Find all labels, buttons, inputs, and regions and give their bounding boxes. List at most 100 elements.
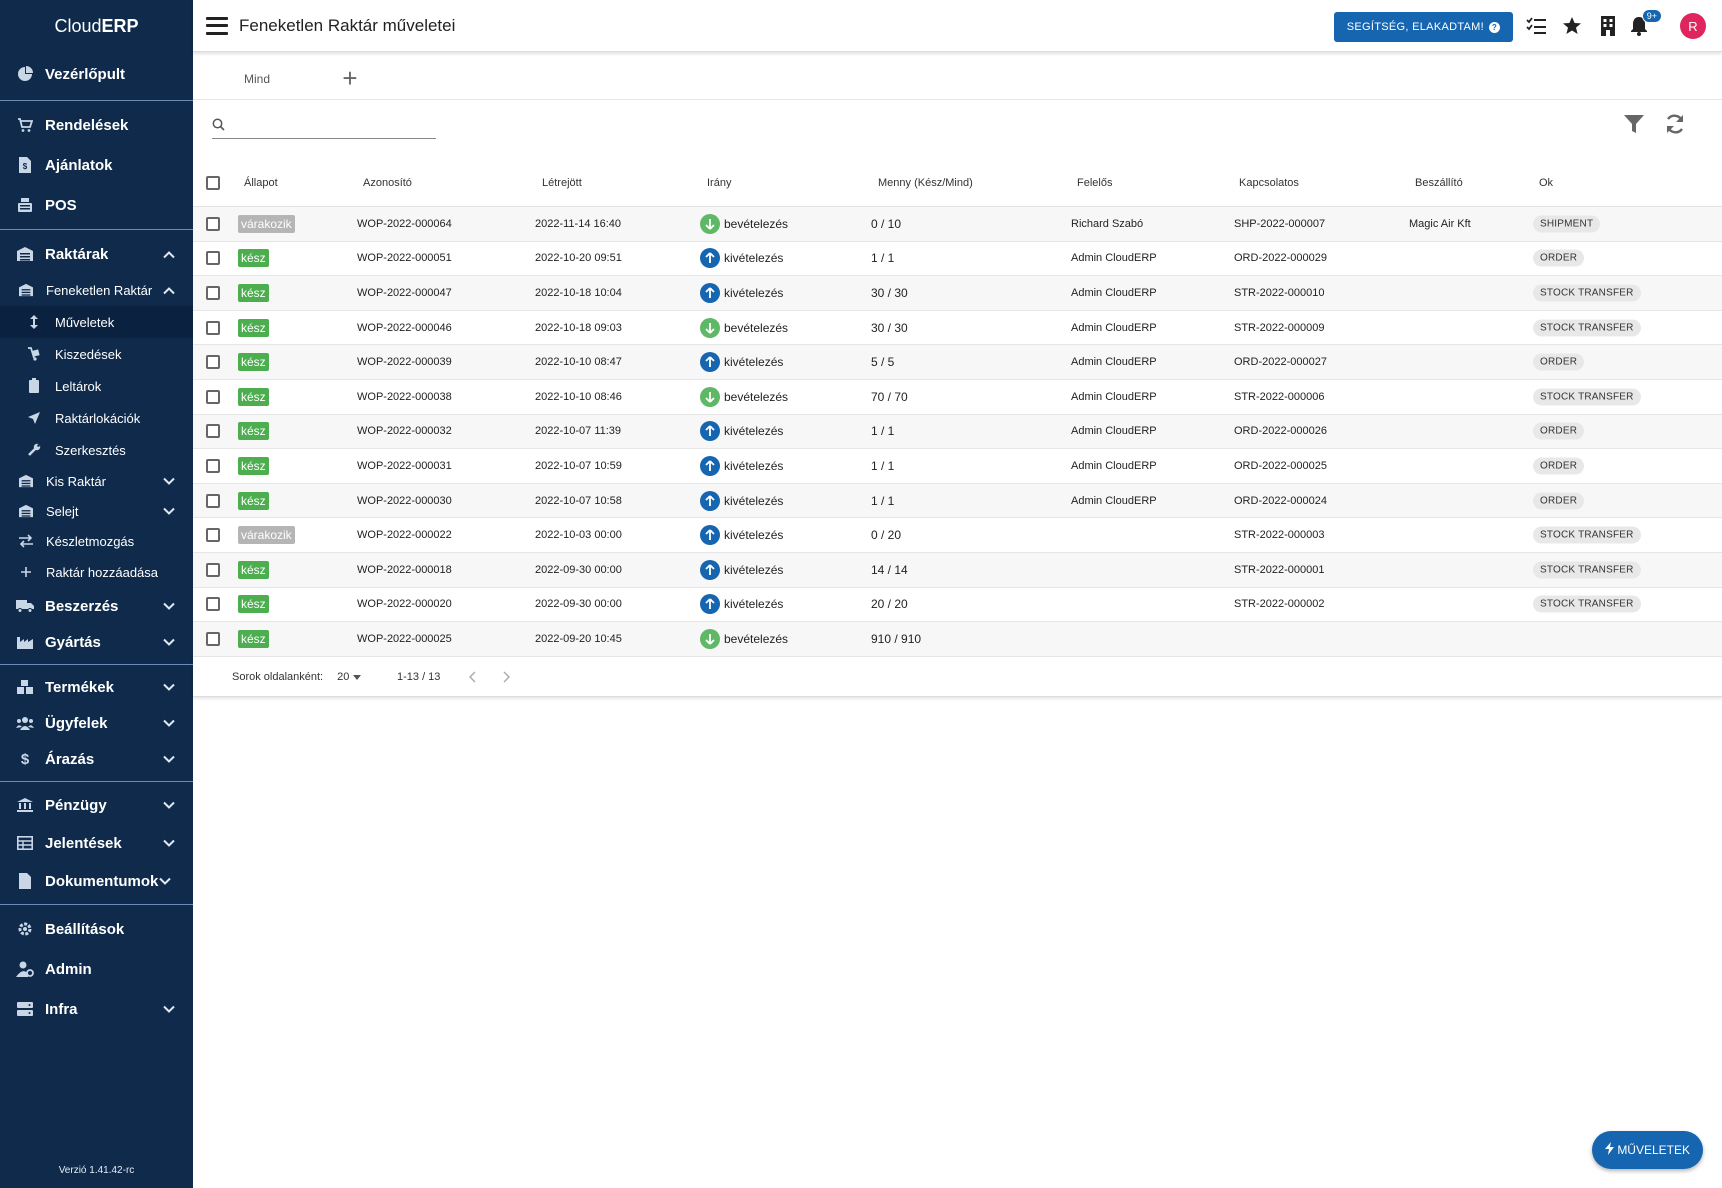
row-checkbox[interactable]	[206, 458, 220, 473]
table-row[interactable]: kész WOP-2022-000051 2022-10-20 09:51 kivét…	[193, 242, 1722, 277]
row-checkbox[interactable]	[206, 320, 220, 335]
col-qty[interactable]: Menny (Kész/Mind)	[878, 177, 973, 189]
operation-id[interactable]: WOP-2022-000020	[357, 598, 452, 610]
sidebar-item-pos[interactable]: POS	[0, 185, 193, 225]
row-checkbox[interactable]	[206, 355, 220, 370]
sidebar-item-picking[interactable]: Kiszedések	[0, 338, 193, 370]
sidebar-item-inventory[interactable]: Leltárok	[0, 370, 193, 402]
related-doc[interactable]: STR-2022-000010	[1234, 287, 1325, 299]
sidebar-item-small-warehouse[interactable]: Kis Raktár	[0, 466, 193, 496]
row-checkbox[interactable]	[206, 216, 220, 231]
related-doc[interactable]: ORD-2022-000026	[1234, 425, 1327, 437]
col-owner[interactable]: Felelős	[1077, 177, 1112, 189]
bell-icon[interactable]: 9+	[1628, 9, 1662, 37]
sidebar-item-settings[interactable]: Beállítások	[0, 909, 193, 949]
table-row[interactable]: kész WOP-2022-000038 2022-10-10 08:46 bevét…	[193, 380, 1722, 415]
related-doc[interactable]: STR-2022-000009	[1234, 322, 1325, 334]
row-checkbox[interactable]	[206, 493, 220, 508]
add-tab-icon[interactable]: +	[338, 65, 362, 91]
related-doc[interactable]: ORD-2022-000024	[1234, 495, 1327, 507]
operation-id[interactable]: WOP-2022-000047	[357, 287, 452, 299]
sidebar-item-purchasing[interactable]: Beszerzés	[0, 588, 193, 624]
sidebar-item-manufacturing[interactable]: Gyártás	[0, 624, 193, 660]
sidebar-item-warehouses[interactable]: Raktárak	[0, 234, 193, 274]
operation-id[interactable]: WOP-2022-000025	[357, 633, 452, 645]
brand-logo[interactable]: Cloud ERP	[0, 0, 193, 52]
operation-id[interactable]: WOP-2022-000031	[357, 460, 452, 472]
next-page-icon[interactable]	[502, 671, 510, 683]
related-doc[interactable]: SHP-2022-000007	[1234, 218, 1325, 230]
star-icon[interactable]	[1561, 15, 1583, 37]
sidebar-item-admin[interactable]: Admin	[0, 949, 193, 989]
sidebar-item-offers[interactable]: $ Ajánlatok	[0, 145, 193, 185]
operation-id[interactable]: WOP-2022-000038	[357, 391, 452, 403]
col-direction[interactable]: Irány	[707, 177, 731, 189]
sidebar-item-dashboard[interactable]: Vezérlőpult	[0, 52, 193, 96]
row-checkbox[interactable]	[206, 389, 220, 404]
row-checkbox[interactable]	[206, 562, 220, 577]
building-icon[interactable]	[1597, 15, 1619, 37]
table-row[interactable]: várakozik WOP-2022-000022 2022-10-03 00:00…	[193, 518, 1722, 553]
prev-page-icon[interactable]	[469, 671, 477, 683]
col-related[interactable]: Kapcsolatos	[1239, 177, 1299, 189]
row-checkbox[interactable]	[206, 285, 220, 300]
table-row[interactable]: várakozik WOP-2022-000064 2022-11-14 16:40…	[193, 207, 1722, 242]
table-row[interactable]: kész WOP-2022-000018 2022-09-30 00:00 kivét…	[193, 552, 1722, 588]
related-doc[interactable]: ORD-2022-000025	[1234, 460, 1327, 472]
table-row[interactable]: kész WOP-2022-000031 2022-10-07 10:59 kivét…	[193, 449, 1722, 484]
related-doc[interactable]: STR-2022-000003	[1234, 529, 1325, 541]
sidebar-item-finance[interactable]: Pénzügy	[0, 786, 193, 824]
table-row[interactable]: kész WOP-2022-000046 2022-10-18 09:03 bevét…	[193, 311, 1722, 346]
sidebar-item-orders[interactable]: Rendelések	[0, 105, 193, 145]
select-all-checkbox[interactable]	[206, 176, 220, 190]
col-created[interactable]: Létrejött	[542, 177, 582, 189]
row-checkbox[interactable]	[206, 631, 220, 646]
row-checkbox[interactable]	[206, 597, 220, 612]
rows-per-page-select[interactable]: 20	[337, 671, 362, 683]
tab-all[interactable]: Mind	[223, 58, 291, 100]
operation-id[interactable]: WOP-2022-000032	[357, 425, 452, 437]
avatar[interactable]: R	[1680, 13, 1706, 39]
sidebar-item-reports[interactable]: Jelentések	[0, 824, 193, 862]
table-row[interactable]: kész WOP-2022-000030 2022-10-07 10:58 kivét…	[193, 483, 1722, 519]
related-doc[interactable]: STR-2022-000001	[1234, 564, 1325, 576]
sidebar-item-documents[interactable]: Dokumentumok	[0, 862, 193, 900]
sidebar-item-operations[interactable]: Műveletek	[0, 306, 193, 338]
table-row[interactable]: kész WOP-2022-000039 2022-10-10 08:47 kivét…	[193, 345, 1722, 380]
actions-button[interactable]: MŰVELETEK	[1592, 1131, 1703, 1169]
operation-id[interactable]: WOP-2022-000039	[357, 356, 452, 368]
sidebar-item-stock-moves[interactable]: Készletmozgás	[0, 526, 193, 556]
sidebar-item-feneketlen[interactable]: Feneketlen Raktár	[0, 274, 193, 306]
operation-id[interactable]: WOP-2022-000046	[357, 322, 452, 334]
sidebar-item-locations[interactable]: Raktárlokációk	[0, 402, 193, 434]
operation-id[interactable]: WOP-2022-000030	[357, 495, 452, 507]
search-input[interactable]	[231, 115, 431, 138]
related-doc[interactable]: ORD-2022-000027	[1234, 356, 1327, 368]
sidebar-item-edit[interactable]: Szerkesztés	[0, 434, 193, 466]
refresh-icon[interactable]	[1663, 112, 1687, 136]
sidebar-item-add-warehouse[interactable]: Raktár hozzáadása	[0, 556, 193, 588]
col-id[interactable]: Azonosító	[363, 177, 412, 189]
sidebar-item-products[interactable]: Termékek	[0, 669, 193, 705]
task-list-icon[interactable]	[1525, 15, 1547, 37]
col-status[interactable]: Állapot	[244, 177, 278, 189]
sidebar-item-infra[interactable]: Infra	[0, 989, 193, 1029]
row-checkbox[interactable]	[206, 528, 220, 543]
operation-id[interactable]: WOP-2022-000064	[357, 218, 452, 230]
related-doc[interactable]: STR-2022-000006	[1234, 391, 1325, 403]
sidebar-item-customers[interactable]: Ügyfelek	[0, 705, 193, 741]
table-row[interactable]: kész WOP-2022-000020 2022-09-30 00:00 kivét…	[193, 588, 1722, 623]
table-row[interactable]: kész WOP-2022-000047 2022-10-18 10:04 kivét…	[193, 276, 1722, 311]
filter-icon[interactable]	[1622, 112, 1646, 136]
operation-id[interactable]: WOP-2022-000051	[357, 252, 452, 264]
related-doc[interactable]: ORD-2022-000029	[1234, 252, 1327, 264]
row-checkbox[interactable]	[206, 251, 220, 266]
sidebar-item-scrap[interactable]: Selejt	[0, 496, 193, 526]
menu-icon[interactable]	[206, 16, 228, 35]
row-checkbox[interactable]	[206, 424, 220, 439]
col-supplier[interactable]: Beszállító	[1415, 177, 1463, 189]
operation-id[interactable]: WOP-2022-000018	[357, 564, 452, 576]
help-button[interactable]: SEGÍTSÉG, ELAKADTAM! ?	[1333, 12, 1513, 42]
col-reason[interactable]: Ok	[1539, 177, 1553, 189]
table-row[interactable]: kész WOP-2022-000032 2022-10-07 11:39 kivét…	[193, 414, 1722, 450]
